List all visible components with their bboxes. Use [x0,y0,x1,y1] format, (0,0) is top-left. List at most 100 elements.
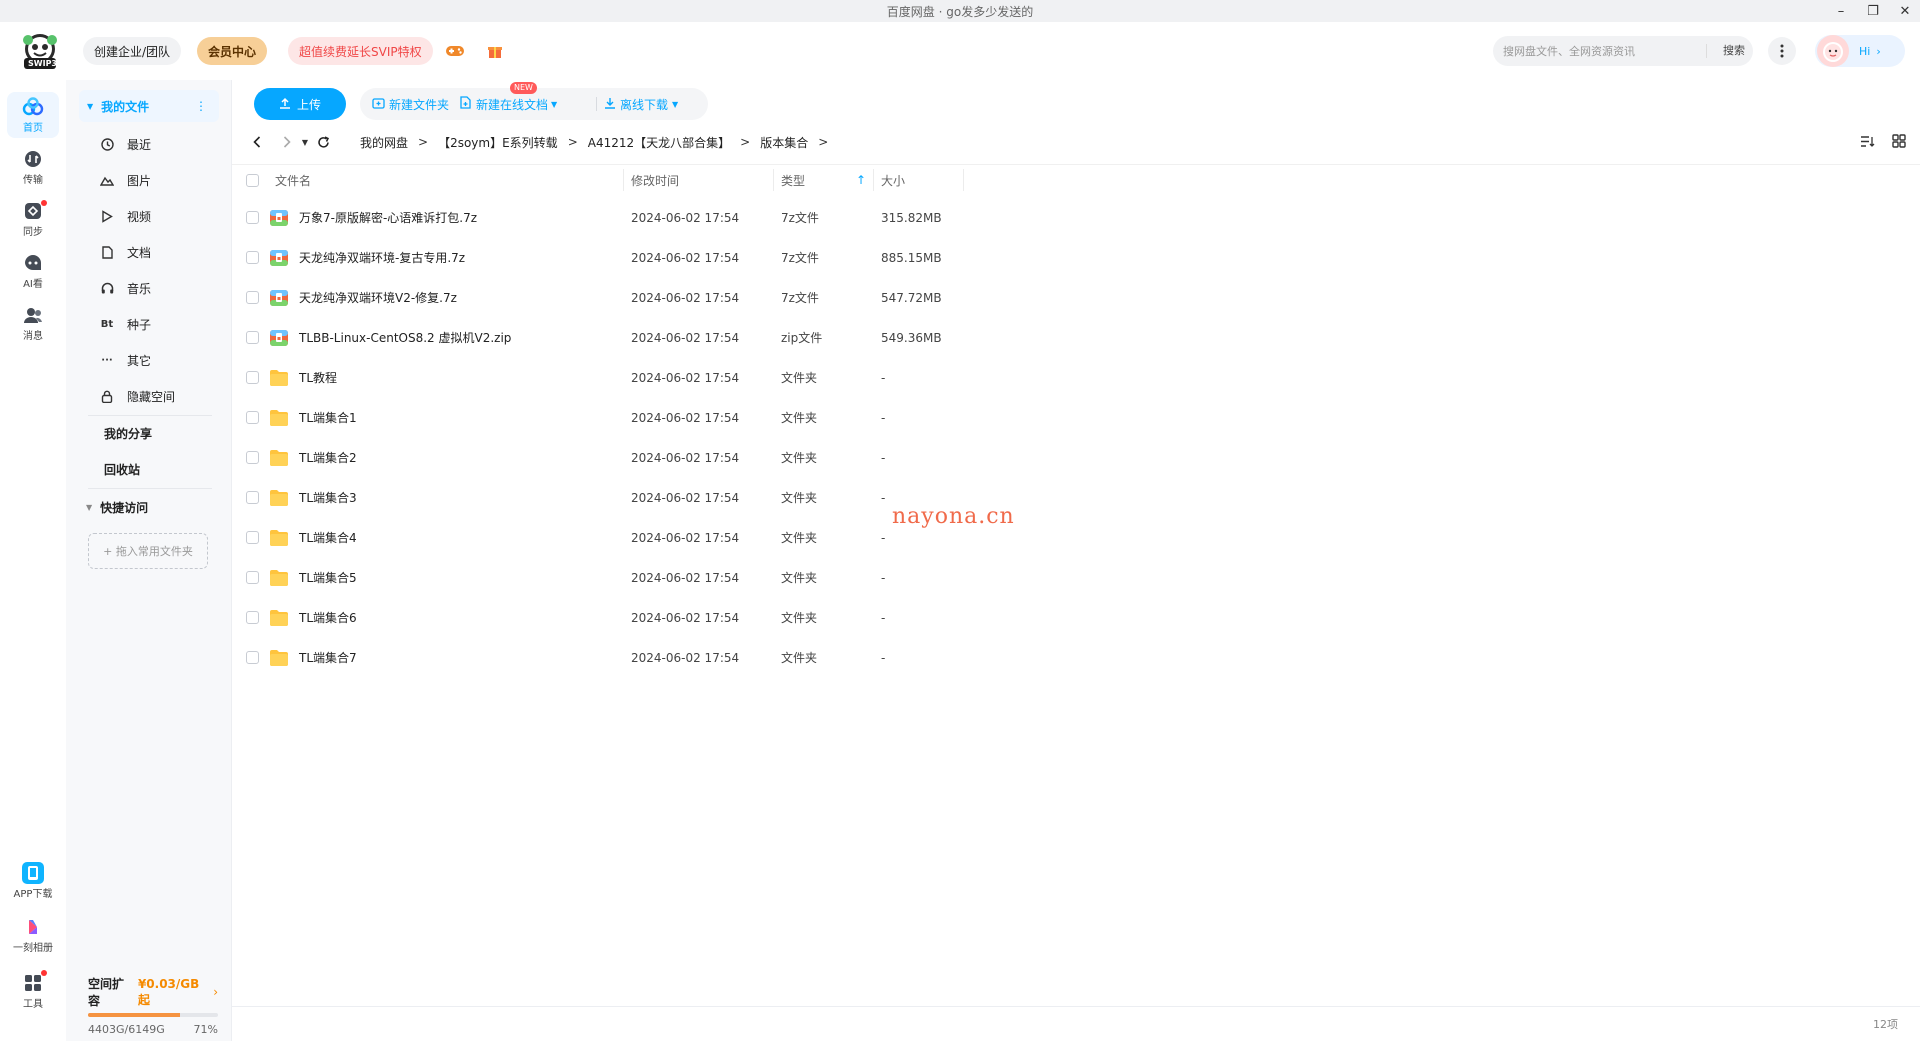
breadcrumb-item[interactable]: 版本集合 [760,134,808,151]
minimize-icon[interactable]: – [1834,4,1848,19]
breadcrumb-item[interactable]: 我的网盘 [360,134,408,151]
table-row[interactable]: TL端集合4 2024-06-02 17:54 文件夹 - [232,518,1920,558]
doc-icon [100,245,114,259]
sidebar-item-docs[interactable]: 文档 [100,241,151,263]
table-row[interactable]: TL端集合5 2024-06-02 17:54 文件夹 - [232,558,1920,598]
row-checkbox[interactable] [246,451,259,464]
file-name[interactable]: TL端集合2 [299,438,357,478]
sidebar-item-torrents[interactable]: Bt 种子 [100,313,151,335]
sidebar-recycle-bin[interactable]: 回收站 [104,458,140,480]
file-name[interactable]: TL端集合6 [299,598,357,638]
table-row[interactable]: TL教程 2024-06-02 17:54 文件夹 - [232,358,1920,398]
column-modified[interactable]: 修改时间 [631,165,679,195]
row-checkbox[interactable] [246,571,259,584]
file-name[interactable]: 天龙纯净双端环境-复古专用.7z [299,238,465,278]
row-checkbox[interactable] [246,371,259,384]
storage-panel[interactable]: 空间扩容 ¥0.03/GB起 › 4403G/6149G 71% [88,975,218,1036]
sort-list-icon[interactable] [1858,132,1876,150]
restore-icon[interactable]: ❐ [1866,4,1880,19]
table-row[interactable]: TL端集合1 2024-06-02 17:54 文件夹 - [232,398,1920,438]
app-logo[interactable]: SWIP3 [18,32,62,70]
sidebar-quick-access[interactable]: ▼ 快捷访问 [86,497,148,517]
table-row[interactable]: TL端集合7 2024-06-02 17:54 文件夹 - [232,638,1920,678]
row-checkbox[interactable] [246,331,259,344]
forward-icon[interactable] [276,131,298,153]
file-name[interactable]: TL端集合7 [299,638,357,678]
select-all-checkbox[interactable] [246,165,259,195]
kebab-icon[interactable]: ⋮ [195,99,207,113]
sidebar-item-hidden-space[interactable]: 隐藏空间 [100,385,175,407]
file-name[interactable]: TL端集合4 [299,518,357,558]
file-name[interactable]: 万象7-原版解密-心语难诉打包.7z [299,198,477,238]
new-folder-button[interactable]: 新建文件夹 [372,88,449,120]
user-profile-button[interactable]: Hi › [1815,35,1905,67]
row-checkbox[interactable] [246,411,259,424]
gift-icon[interactable] [484,40,506,62]
sidebar-item-images[interactable]: 图片 [100,169,151,191]
table-row[interactable]: TL端集合2 2024-06-02 17:54 文件夹 - [232,438,1920,478]
sidebar-item-other[interactable]: ··· 其它 [100,349,151,371]
sidebar-item-videos[interactable]: 视频 [100,205,151,227]
rail-item-message[interactable]: 消息 [7,300,59,346]
sidebar-item-music[interactable]: 音乐 [100,277,151,299]
folder-icon [269,569,289,587]
drop-folder-zone[interactable]: + 拖入常用文件夹 [88,533,208,569]
offline-download-button[interactable]: 离线下载 ▼ [604,88,678,120]
sidebar-my-share[interactable]: 我的分享 [104,422,152,444]
file-name[interactable]: TL端集合3 [299,478,357,518]
history-dropdown-icon[interactable]: ▼ [298,131,312,153]
column-size[interactable]: 大小 [881,165,905,195]
game-icon[interactable] [444,40,466,62]
sort-asc-icon[interactable]: ↑ [856,165,866,195]
more-menu-icon[interactable] [1768,37,1796,65]
table-row[interactable]: 天龙纯净双端环境-复古专用.7z 2024-06-02 17:54 7z文件 885.… [232,238,1920,278]
table-row[interactable]: TLBB-Linux-CentOS8.2 虚拟机V2.zip 2024-06-02… [232,318,1920,358]
rail-item-home[interactable]: 首页 [7,92,59,138]
back-icon[interactable] [246,131,268,153]
table-row[interactable]: TL端集合3 2024-06-02 17:54 文件夹 - [232,478,1920,518]
breadcrumb-item[interactable]: 【2soym】E系列转载 [438,134,558,151]
rail-item-tools[interactable]: 工具 [7,968,59,1014]
column-name[interactable]: 文件名 [275,165,311,195]
new-online-doc-button[interactable]: 新建在线文档 ▼ [460,88,557,120]
row-checkbox[interactable] [246,211,259,224]
row-checkbox[interactable] [246,531,259,544]
close-icon[interactable]: ✕ [1898,4,1912,19]
file-name[interactable]: TL教程 [299,358,337,398]
rail-item-sync[interactable]: 同步 [7,196,59,242]
rail-item-app-download[interactable]: APP下载 [7,858,59,904]
file-name[interactable]: TLBB-Linux-CentOS8.2 虚拟机V2.zip [299,318,511,358]
file-name[interactable]: 天龙纯净双端环境V2-修复.7z [299,278,457,318]
file-name[interactable]: TL端集合1 [299,398,357,438]
table-row[interactable]: TL端集合6 2024-06-02 17:54 文件夹 - [232,598,1920,638]
column-type[interactable]: 类型 [781,165,805,195]
table-row[interactable]: 天龙纯净双端环境V2-修复.7z 2024-06-02 17:54 7z文件 547.… [232,278,1920,318]
storage-upgrade[interactable]: 空间扩容 ¥0.03/GB起 › [88,975,218,1009]
sidebar-item-recent[interactable]: 最近 [100,133,151,155]
vip-center-button[interactable]: 会员中心 [197,37,268,65]
row-checkbox[interactable] [246,491,259,504]
rail-item-album[interactable]: 一刻相册 [7,912,59,958]
upload-button[interactable]: 上传 [254,88,346,120]
table-row[interactable]: 万象7-原版解密-心语难诉打包.7z 2024-06-02 17:54 7z文件 31… [232,198,1920,238]
row-checkbox[interactable] [246,251,259,264]
column-divider [873,169,874,191]
sidebar-my-files[interactable]: ▼ 我的文件 ⋮ [79,90,219,122]
create-team-button[interactable]: 创建企业/团队 [83,37,182,65]
row-checkbox[interactable] [246,651,259,664]
search-input[interactable] [1493,44,1703,58]
svip-renew-button[interactable]: 超值续费延长SVIP特权 [288,37,433,65]
grid-view-icon[interactable] [1890,132,1908,150]
sidebar-item-label: 文档 [127,245,152,260]
file-type: 文件夹 [781,571,818,585]
breadcrumb-item[interactable]: A41212【天龙八部合集】 [588,134,730,151]
search-box: 搜索 [1493,36,1753,66]
rail-item-ai[interactable]: AI看 [7,248,59,294]
rail-item-transfer[interactable]: 传输 [7,144,59,190]
chevron-right-icon[interactable]: > [818,135,828,149]
refresh-icon[interactable] [312,131,334,153]
row-checkbox[interactable] [246,291,259,304]
search-button[interactable]: 搜索 [1723,36,1745,66]
file-name[interactable]: TL端集合5 [299,558,357,598]
row-checkbox[interactable] [246,611,259,624]
